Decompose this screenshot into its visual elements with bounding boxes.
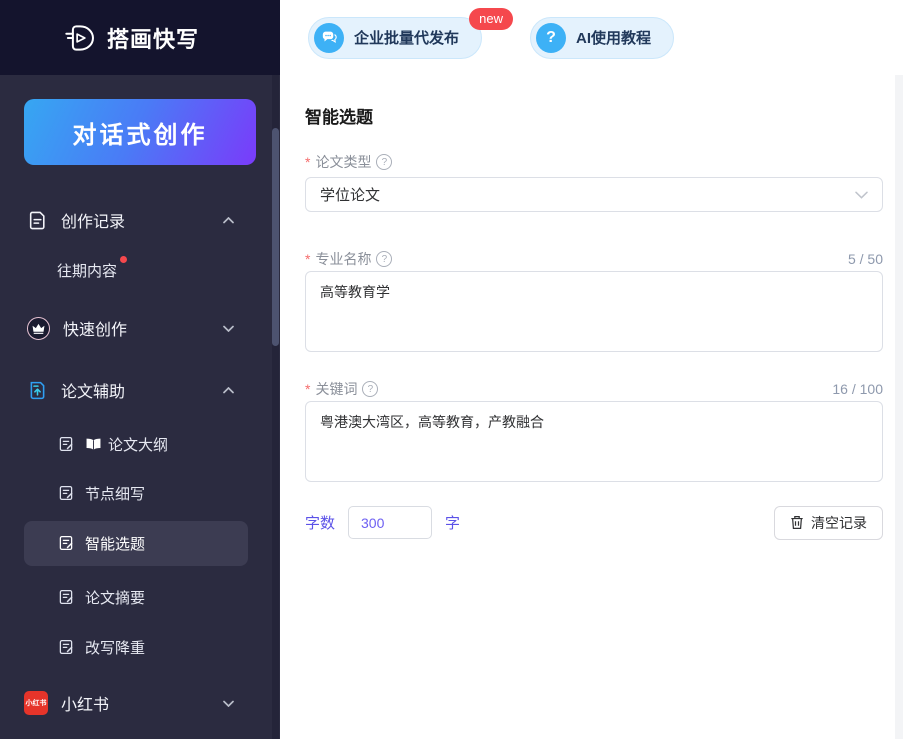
paper-type-select[interactable]: 学位论文	[305, 177, 883, 212]
chat-bubbles-icon	[314, 23, 344, 53]
edit-document-icon	[57, 588, 75, 606]
chevron-up-icon[interactable]	[223, 211, 234, 229]
clear-records-button[interactable]: 清空记录	[774, 506, 883, 540]
sidebar-item-label: 往期内容	[57, 260, 117, 281]
keywords-input[interactable]: 粤港澳大湾区，高等教育，产教融合	[305, 401, 883, 482]
chevron-down-icon[interactable]	[223, 319, 234, 337]
required-asterisk: *	[305, 381, 310, 397]
sidebar-item-paper-assist[interactable]: 论文辅助	[0, 375, 272, 405]
sidebar-item-past-content[interactable]: 往期内容	[0, 255, 272, 285]
ai-tutorial-label: AI使用教程	[576, 27, 651, 48]
sidebar-item-label: 智能选题	[85, 533, 145, 554]
keywords-label: 关键词	[315, 379, 357, 399]
help-icon[interactable]: ?	[362, 381, 378, 397]
xiaohongshu-icon: 小红书	[24, 691, 48, 715]
required-asterisk: *	[305, 251, 310, 267]
paper-assist-icon	[27, 380, 48, 401]
sidebar-item-label: 小红书	[61, 691, 109, 715]
brand-name: 搭画快写	[107, 22, 199, 54]
sidebar-item-quick-create[interactable]: 快速创作	[0, 313, 272, 343]
help-icon[interactable]: ?	[376, 251, 392, 267]
paper-type-label-row: * 论文类型 ?	[305, 152, 883, 172]
batch-publish-label: 企业批量代发布	[354, 27, 459, 48]
sidebar-item-paper-outline[interactable]: 论文大纲	[0, 429, 272, 459]
keywords-counter: 16 / 100	[832, 381, 883, 397]
chevron-down-icon	[855, 191, 868, 199]
new-badge: new	[469, 8, 513, 30]
sidebar-item-label: 创作记录	[61, 208, 125, 232]
open-book-icon	[85, 438, 102, 451]
word-count-unit: 字	[445, 512, 460, 533]
help-icon[interactable]: ?	[376, 154, 392, 170]
sidebar-item-rewrite[interactable]: 改写降重	[0, 632, 272, 662]
sidebar: 搭画快写 对话式创作 创作记录 往期内容	[0, 0, 280, 739]
sidebar-item-label: 论文辅助	[61, 378, 125, 402]
major-name-label: 专业名称	[315, 249, 371, 269]
sidebar-item-xiaohongshu[interactable]: 小红书 小红书	[0, 688, 272, 718]
paper-type-label: 论文类型	[315, 152, 371, 172]
sidebar-item-label: 节点细写	[85, 483, 145, 504]
word-count-label: 字数	[305, 512, 335, 533]
sidebar-item-node-writing[interactable]: 节点细写	[0, 478, 272, 508]
question-mark-icon: ?	[536, 23, 566, 53]
major-name-input[interactable]: 高等教育学	[305, 271, 883, 352]
sidebar-item-label: 论文摘要	[85, 587, 145, 608]
page-title: 智能选题	[305, 103, 373, 128]
trash-icon	[790, 515, 804, 530]
edit-document-icon	[57, 638, 75, 656]
brand-logo-icon	[64, 21, 98, 55]
chevron-down-icon[interactable]	[223, 694, 234, 712]
main-scrollbar-track[interactable]	[895, 75, 903, 739]
sidebar-item-label: 改写降重	[85, 637, 145, 658]
notification-dot	[120, 256, 127, 263]
major-name-label-row: * 专业名称 ? 5 / 50	[305, 249, 883, 269]
document-icon	[27, 210, 48, 231]
word-count-input[interactable]	[348, 506, 432, 539]
sidebar-item-creation-records[interactable]: 创作记录	[0, 205, 272, 235]
bottom-row: 字数 字 清空记录	[305, 505, 883, 540]
logo-header: 搭画快写	[0, 0, 280, 75]
main-content: 智能选题 * 论文类型 ? 学位论文 * 专业名称 ? 5 / 50 高等教育学	[280, 75, 903, 739]
clear-records-label: 清空记录	[811, 513, 867, 533]
sidebar-item-smart-topic[interactable]: 智能选题	[0, 528, 272, 558]
edit-document-icon	[57, 484, 75, 502]
crown-icon	[27, 317, 50, 340]
topbar: 企业批量代发布 new ? AI使用教程	[280, 0, 903, 75]
major-name-counter: 5 / 50	[848, 251, 883, 267]
sidebar-item-label: 快速创作	[63, 316, 127, 340]
ai-tutorial-button[interactable]: ? AI使用教程	[530, 17, 674, 59]
required-asterisk: *	[305, 154, 310, 170]
sidebar-scrollbar-thumb[interactable]	[272, 128, 279, 346]
edit-document-icon	[57, 534, 75, 552]
app-window: 搭画快写 对话式创作 创作记录 往期内容	[0, 0, 903, 739]
paper-type-value: 学位论文	[320, 184, 380, 205]
sidebar-item-label: 论文大纲	[108, 434, 168, 455]
batch-publish-button[interactable]: 企业批量代发布 new	[308, 17, 482, 59]
dialog-create-button[interactable]: 对话式创作	[24, 99, 256, 165]
sidebar-item-paper-abstract[interactable]: 论文摘要	[0, 582, 272, 612]
edit-document-icon	[57, 435, 75, 453]
keywords-label-row: * 关键词 ? 16 / 100	[305, 379, 883, 399]
chevron-up-icon[interactable]	[223, 381, 234, 399]
